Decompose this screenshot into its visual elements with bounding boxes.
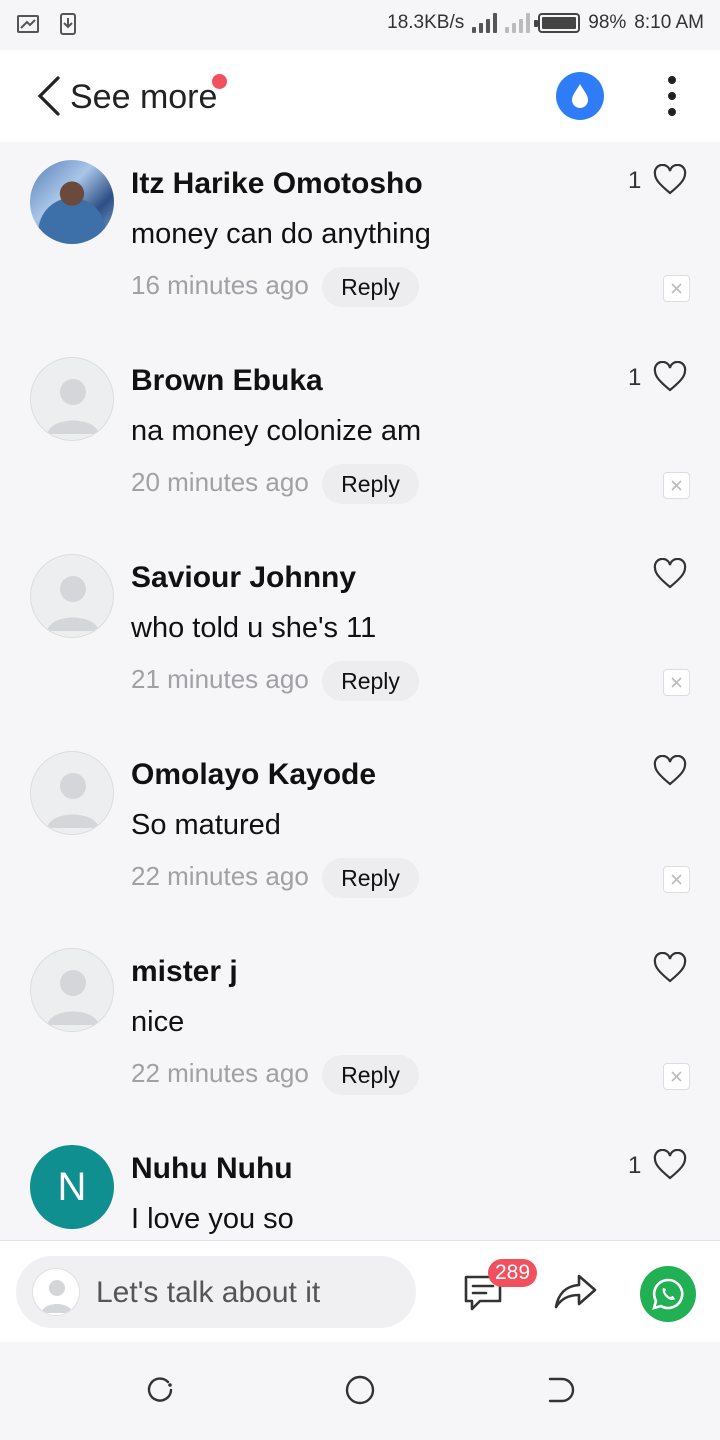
heart-icon[interactable] [653,361,687,393]
heart-icon[interactable] [653,1149,687,1181]
back-icon[interactable] [542,1372,578,1408]
notification-dot [212,74,227,89]
comment-count-badge: 289 [488,1259,538,1287]
comment-time: 22 minutes ago [131,1058,309,1088]
close-icon[interactable] [663,275,690,302]
close-icon[interactable] [663,669,690,696]
like-count: 1 [628,364,642,391]
comment-text: money can do anything [131,218,431,250]
more-vertical-icon[interactable] [660,76,684,116]
like-count: 1 [628,1152,642,1179]
avatar[interactable] [30,160,114,244]
see-more-link[interactable]: See more [70,78,217,117]
reply-button[interactable]: Reply [322,858,419,898]
network-speed: 18.3KB/s [387,12,465,33]
comment-input-placeholder: Let's talk about it [96,1276,321,1309]
comment-author[interactable]: Omolayo Kayode [131,758,376,792]
status-bar: 18.3KB/s 98% 8:10 AM [0,0,720,50]
close-icon[interactable] [663,472,690,499]
water-drop-icon [572,84,588,108]
share-icon[interactable] [553,1271,599,1311]
comment-text: who told u she's 11 [131,612,377,644]
comment-author[interactable]: mister j [131,955,238,989]
comment-time: 20 minutes ago [131,467,309,497]
comment-item: Omolayo Kayode So matured 22 minutes ago… [0,733,720,930]
comment-text: nice [131,1006,185,1038]
comment-item: Itz Harike Omotosho money can do anythin… [0,142,720,339]
comment-item: Saviour Johnny who told u she's 11 21 mi… [0,536,720,733]
home-icon[interactable] [342,1372,378,1408]
screen-cast-icon [17,15,39,33]
comment-input[interactable]: Let's talk about it [16,1256,416,1328]
top-bar: See more [0,50,720,142]
comment-text: na money colonize am [131,415,422,447]
reply-button[interactable]: Reply [322,1055,419,1095]
comment-list: Itz Harike Omotosho money can do anythin… [0,142,720,1240]
whatsapp-share-button[interactable] [640,1266,696,1322]
recent-apps-icon[interactable] [142,1372,178,1408]
avatar[interactable]: N [30,1145,114,1229]
comment-text: I love you so [131,1203,294,1235]
clock: 8:10 AM [634,12,704,33]
comment-time: 22 minutes ago [131,861,309,891]
whatsapp-icon [652,1278,684,1310]
comment-item: N Nuhu Nuhu I love you so 1 [0,1127,720,1240]
comment-author[interactable]: Saviour Johnny [131,561,356,595]
signal-icon [472,13,498,33]
reply-button[interactable]: Reply [322,464,419,504]
battery-percent: 98% [588,12,627,33]
heart-icon[interactable] [653,558,687,590]
comment-author[interactable]: Itz Harike Omotosho [131,167,423,201]
download-icon [60,13,76,35]
close-icon[interactable] [663,866,690,893]
heart-icon[interactable] [653,755,687,787]
status-left-icons [16,12,80,36]
like-count: 1 [628,167,642,194]
reply-button[interactable]: Reply [322,661,419,701]
battery-icon [534,13,581,33]
system-nav-bar [0,1342,720,1440]
comment-time: 21 minutes ago [131,664,309,694]
avatar[interactable] [30,948,114,1032]
chevron-left-icon[interactable] [30,72,70,120]
comment-time: 16 minutes ago [131,270,309,300]
comment-compose-bar: Let's talk about it 289 [0,1240,720,1342]
signal-2-icon [505,13,531,33]
theme-button[interactable] [556,72,604,120]
comment-item: Brown Ebuka na money colonize am 20 minu… [0,339,720,536]
comment-text: So matured [131,809,281,841]
avatar[interactable] [30,357,114,441]
comment-item: mister j nice 22 minutes ago Reply [0,930,720,1127]
close-icon[interactable] [663,1063,690,1090]
avatar[interactable] [30,554,114,638]
comment-author[interactable]: Brown Ebuka [131,364,323,398]
avatar[interactable] [30,751,114,835]
battery-level [542,17,576,29]
status-right: 18.3KB/s 98% 8:10 AM [387,12,704,34]
heart-icon[interactable] [653,952,687,984]
user-avatar [32,1268,80,1316]
heart-icon[interactable] [653,164,687,196]
comment-author[interactable]: Nuhu Nuhu [131,1152,293,1186]
reply-button[interactable]: Reply [322,267,419,307]
